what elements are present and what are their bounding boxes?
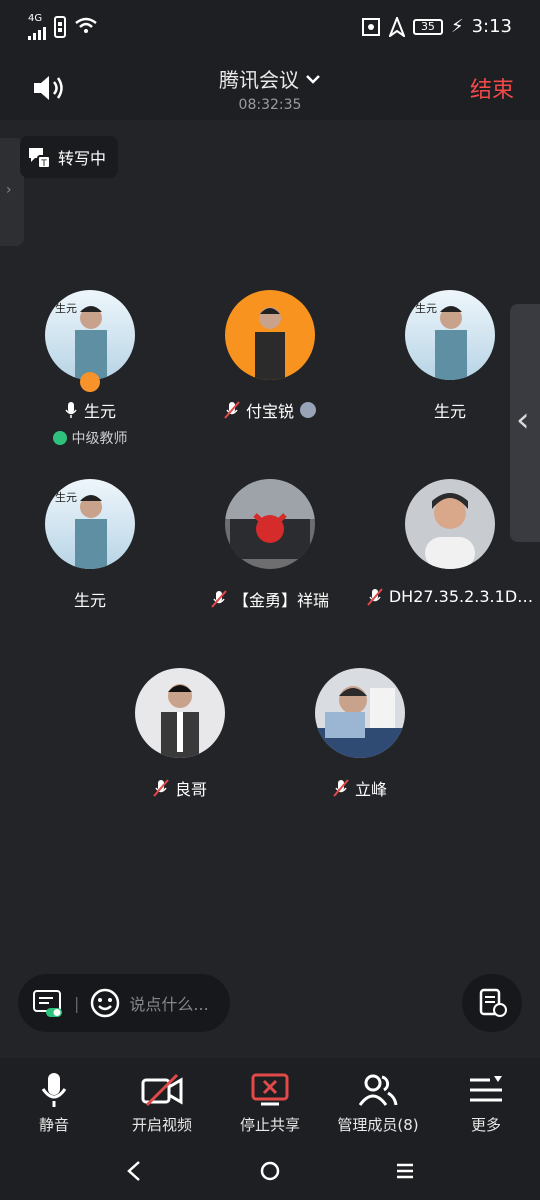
participant-name: 立峰 [354,780,387,799]
participant-tile[interactable]: 立峰 [270,668,450,800]
more-button[interactable]: 更多 [432,1058,540,1144]
transcribe-icon: T [29,148,51,169]
stop-share-button[interactable]: 停止共享 [216,1058,324,1144]
more-icon [470,1076,502,1102]
participant-tile[interactable]: 【金勇】祥瑞 [180,479,360,611]
recents-icon[interactable] [396,1162,414,1180]
participant-tile[interactable]: 付宝锐 [180,290,360,422]
participant-tile[interactable]: 生元 生元 中级教师 [0,290,180,448]
notes-button[interactable] [462,974,522,1032]
chat-input-placeholder[interactable]: 说点什么... [129,991,208,1015]
participant-tile[interactable]: 生元 生元 [0,479,180,611]
meeting-title: 腾讯会议 [219,68,299,92]
participant-name: 【金勇】祥瑞 [232,591,329,610]
video-off-icon [141,1073,183,1107]
home-icon[interactable] [259,1160,281,1182]
mic-on-icon [65,402,77,418]
manage-members-button[interactable]: 管理成员(8) [324,1058,432,1144]
participant-tile[interactable]: 良哥 [90,668,270,800]
meeting-timer: 08:32:35 [238,97,302,113]
start-video-label: 开启视频 [131,1116,192,1134]
battery-icon: 35 [412,18,443,35]
clock-time: 3:13 [471,16,512,37]
mic-muted-icon [153,779,169,797]
mic-muted-icon [333,779,349,797]
signal-icon: 4G [28,14,46,40]
back-icon[interactable] [126,1160,142,1182]
mute-label: 静音 [38,1116,69,1134]
mic-icon [41,1073,67,1107]
screenshot-icon [361,17,380,36]
participant-name: 生元 [433,402,466,421]
chevron-down-icon [306,74,320,84]
mute-button[interactable]: 静音 [0,1058,108,1144]
clock-icon [300,402,316,418]
status-bar: 4G 35 ⚡ 3:13 [0,0,540,56]
mic-muted-icon [367,587,383,606]
chat-input-bar[interactable]: | 说点什么... [18,974,230,1032]
sim-icon [54,16,66,38]
wifi-icon [75,17,97,33]
participant-title: 中级教师 [71,431,128,447]
avatar: 生元 [405,290,495,380]
stop-share-icon [251,1073,289,1106]
end-meeting-button[interactable]: 结束 [470,72,514,104]
verified-icon [52,431,67,445]
avatar: 生元 [45,479,135,569]
meeting-header: 腾讯会议 08:32:35 结束 [0,56,540,120]
system-nav-bar [0,1144,540,1200]
avatar [225,479,315,569]
manage-members-label: 管理成员(8) [337,1116,419,1134]
participant-name: 生元 [73,591,106,610]
start-video-button[interactable]: 开启视频 [108,1058,216,1144]
mic-muted-icon [211,590,227,608]
participant-name: 良哥 [174,780,207,799]
avatar [405,479,495,569]
separator: | [74,993,80,1013]
avatar [315,668,405,758]
svg-text:T: T [40,159,47,169]
network-type: 4G [28,13,43,24]
members-icon [358,1074,398,1106]
meeting-title-area[interactable]: 腾讯会议 08:32:35 [0,64,540,113]
charging-icon: ⚡ [450,16,464,37]
host-badge-icon [80,372,100,392]
more-label: 更多 [470,1116,501,1134]
svg-text:生元: 生元 [55,301,77,315]
avatar [135,668,225,758]
participant-tile[interactable]: 生元 生元 [360,290,540,422]
transcription-label: 转写中 [58,149,107,168]
transcription-indicator[interactable]: T 转写中 [20,136,118,178]
avatar [225,290,315,380]
meeting-toolbar: 静音 开启视频 停止共享 管理成员(8) 更多 [0,1058,540,1144]
navigation-icon [388,16,405,37]
avatar: 生元 [45,290,135,380]
mic-muted-icon [224,401,240,419]
emoji-icon[interactable] [89,987,121,1019]
participant-name: 付宝锐 [245,402,294,421]
participant-tile[interactable]: DH27.35.2.3.1D… [360,479,540,606]
notes-icon [479,988,507,1017]
svg-text:生元: 生元 [415,301,437,315]
status-left: 4G [28,14,98,40]
status-right: 35 ⚡ 3:13 [361,16,512,37]
chevron-right-icon: › [6,182,12,198]
svg-text:生元: 生元 [55,490,77,504]
participant-name: 生元 [83,402,116,421]
subtitle-toggle-icon[interactable] [32,988,64,1018]
participant-name: DH27.35.2.3.1D… [388,587,534,606]
stop-share-label: 停止共享 [239,1116,300,1134]
